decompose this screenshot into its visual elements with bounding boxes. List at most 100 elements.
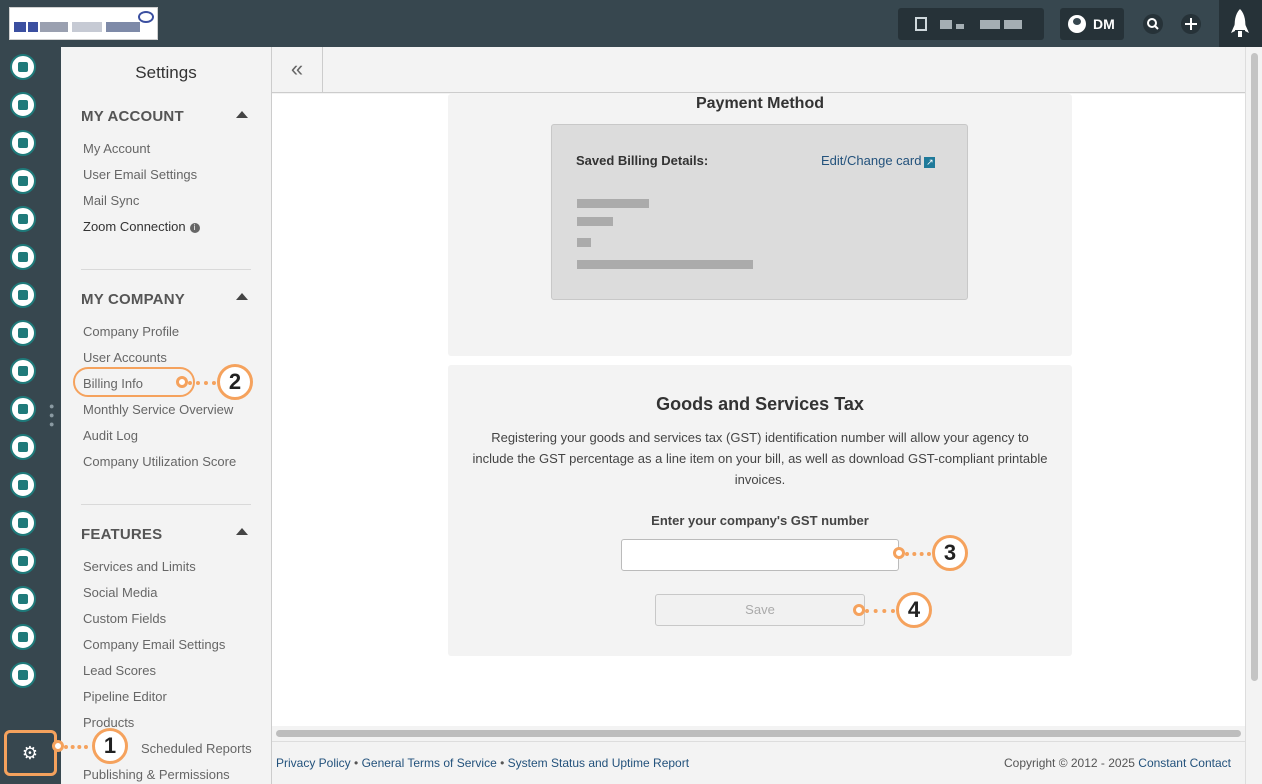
callout-anchor xyxy=(52,740,64,752)
sidebar-item-audit-log[interactable]: Audit Log xyxy=(83,428,138,443)
info-icon[interactable]: i xyxy=(189,223,200,233)
callout-anchor xyxy=(893,547,905,559)
thumbs-up-icon[interactable] xyxy=(10,358,36,384)
sidebar-item-monthly-service-overview[interactable]: Monthly Service Overview xyxy=(83,402,233,417)
app-nav-rail: ● ● ● ⚙ xyxy=(0,47,61,784)
logo-mark xyxy=(14,22,26,32)
list-icon[interactable] xyxy=(10,244,36,270)
section-my-company[interactable]: MY COMPANY xyxy=(81,291,185,308)
redacted-billing-line xyxy=(577,199,649,208)
launch-button[interactable] xyxy=(1219,0,1262,47)
chat-icon[interactable] xyxy=(10,320,36,346)
trend-chart-icon[interactable] xyxy=(10,510,36,536)
sidebar-title: Settings xyxy=(135,63,197,82)
sidebar-item-user-email-settings[interactable]: User Email Settings xyxy=(83,167,197,182)
edit-card-label: Edit/Change card xyxy=(821,153,922,168)
logo-mark xyxy=(72,22,102,32)
sidebar-item-mail-sync[interactable]: Mail Sync xyxy=(83,193,139,208)
collapse-caret-icon[interactable] xyxy=(236,293,248,300)
sidebar-item-social-media[interactable]: Social Media xyxy=(83,585,157,600)
pipeline-icon[interactable] xyxy=(10,206,36,232)
plugin-icon[interactable] xyxy=(10,662,36,688)
megaphone-icon[interactable] xyxy=(10,282,36,308)
callout-anchor xyxy=(853,604,865,616)
calendar-icon[interactable] xyxy=(10,434,36,460)
horizontal-scrollbar[interactable] xyxy=(272,729,1245,738)
scrollbar-thumb[interactable] xyxy=(1251,53,1258,681)
sidebar-item-company-email-settings[interactable]: Company Email Settings xyxy=(83,637,225,652)
section-my-account[interactable]: MY ACCOUNT xyxy=(81,108,184,125)
collapse-sidebar-button[interactable]: « xyxy=(272,47,323,93)
logo-mark xyxy=(106,22,140,32)
redacted-text xyxy=(940,20,952,29)
vertical-scrollbar[interactable] xyxy=(1245,47,1262,784)
sidebar-item-company-utilization-score[interactable]: Company Utilization Score xyxy=(83,454,236,469)
callout-4: 4 xyxy=(896,592,932,628)
payment-method-card: Payment Method Saved Billing Details: Ed… xyxy=(448,94,1072,356)
sidebar-item-billing-info[interactable]: Billing Info xyxy=(83,376,143,391)
double-chevron-left-icon: « xyxy=(290,56,304,81)
privacy-policy-link[interactable]: Privacy Policy xyxy=(276,756,351,770)
logo-mark xyxy=(40,22,68,32)
redacted-text xyxy=(980,20,1000,29)
inbox-icon[interactable] xyxy=(10,92,36,118)
search-icon[interactable] xyxy=(1142,13,1164,35)
section-divider xyxy=(81,269,251,270)
gst-card: Goods and Services Tax Registering your … xyxy=(448,365,1072,656)
bar-chart-icon[interactable] xyxy=(10,624,36,650)
user-settings-icon[interactable] xyxy=(10,586,36,612)
clipboard-icon[interactable] xyxy=(10,130,36,156)
account-switcher[interactable] xyxy=(898,8,1044,40)
save-button[interactable]: Save xyxy=(655,594,865,626)
redacted-text xyxy=(1004,20,1022,29)
callout-2: 2 xyxy=(217,364,253,400)
user-avatar-icon xyxy=(1068,15,1086,33)
redacted-billing-line xyxy=(577,217,613,226)
settings-button[interactable]: ⚙ xyxy=(4,730,57,776)
sidebar-item-publishing-permissions[interactable]: Publishing & Permissions xyxy=(83,767,230,782)
section-divider xyxy=(81,504,251,505)
map-icon[interactable] xyxy=(10,168,36,194)
gst-number-input[interactable] xyxy=(621,539,899,571)
sidebar-item-label: Zoom Connection xyxy=(83,219,186,234)
saved-billing-box: Saved Billing Details: Edit/Change card ↗ xyxy=(551,124,968,300)
sidebar-item-services-and-limits[interactable]: Services and Limits xyxy=(83,559,196,574)
sidebar-item-scheduled-reports[interactable]: Scheduled Reports xyxy=(141,741,252,756)
collapse-caret-icon[interactable] xyxy=(236,528,248,535)
plus-icon[interactable] xyxy=(1180,13,1202,35)
sidebar-item-company-profile[interactable]: Company Profile xyxy=(83,324,179,339)
user-menu[interactable]: DM xyxy=(1060,8,1124,40)
gst-title: Goods and Services Tax xyxy=(656,394,864,414)
saved-billing-label: Saved Billing Details: xyxy=(576,153,709,168)
gear-icon: ⚙ xyxy=(21,743,39,763)
terms-of-service-link[interactable]: General Terms of Service xyxy=(362,756,497,770)
sidebar-item-zoom-connection[interactable]: Zoom Connection i xyxy=(83,219,200,234)
constant-contact-link[interactable]: Constant Contact xyxy=(1138,756,1231,770)
sidebar-item-my-account[interactable]: My Account xyxy=(83,141,150,156)
sidebar-item-user-accounts[interactable]: User Accounts xyxy=(83,350,167,365)
sidebar-item-pipeline-editor[interactable]: Pipeline Editor xyxy=(83,689,167,704)
main-content: Payment Method Saved Billing Details: Ed… xyxy=(272,94,1245,726)
top-bar: DM xyxy=(0,0,1262,47)
callout-3: 3 xyxy=(932,535,968,571)
external-link-icon: ↗ xyxy=(924,157,936,168)
contacts-icon[interactable] xyxy=(10,54,36,80)
callout-connector xyxy=(905,552,931,556)
settings-sidebar: Settings MY ACCOUNT My Account User Emai… xyxy=(61,47,271,784)
scrollbar-thumb[interactable] xyxy=(276,730,1241,737)
collapse-caret-icon[interactable] xyxy=(236,111,248,118)
headset-icon[interactable] xyxy=(10,548,36,574)
sidebar-item-custom-fields[interactable]: Custom Fields xyxy=(83,611,166,626)
callout-1: 1 xyxy=(92,728,128,764)
images-icon[interactable] xyxy=(10,396,36,422)
rocket-icon xyxy=(1231,9,1249,37)
handshake-icon[interactable] xyxy=(10,472,36,498)
rail-drag-handle[interactable]: ● ● ● xyxy=(49,402,55,432)
footer-separator: • xyxy=(500,756,505,770)
user-initials: DM xyxy=(1093,16,1115,32)
sidebar-item-lead-scores[interactable]: Lead Scores xyxy=(83,663,156,678)
edit-change-card-link[interactable]: Edit/Change card ↗ xyxy=(821,153,936,168)
section-features[interactable]: FEATURES xyxy=(81,526,162,543)
company-logo[interactable] xyxy=(9,7,158,40)
system-status-link[interactable]: System Status and Uptime Report xyxy=(508,756,689,770)
